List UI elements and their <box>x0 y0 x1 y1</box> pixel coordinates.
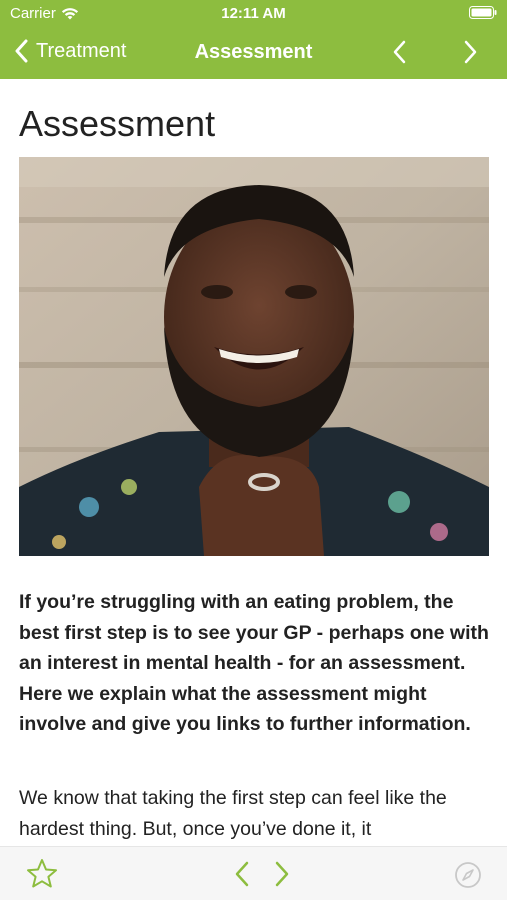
bottom-toolbar <box>0 846 507 900</box>
navigation-bar: Treatment Assessment <box>0 27 507 79</box>
chevron-right-icon <box>464 40 477 64</box>
back-button-label: Treatment <box>36 39 127 62</box>
chevron-left-icon <box>393 40 406 64</box>
chevron-left-icon <box>15 39 28 63</box>
app-header: Carrier 12:11 AM Treatment Assessment <box>0 0 507 79</box>
battery-icon <box>469 6 497 19</box>
compass-icon <box>455 862 481 888</box>
status-time: 12:11 AM <box>221 5 286 22</box>
chevron-left-icon <box>235 861 249 887</box>
compass-button[interactable] <box>454 861 482 894</box>
back-button[interactable]: Treatment <box>14 39 126 63</box>
chevron-right-icon <box>275 861 289 887</box>
favorite-button[interactable] <box>26 858 58 893</box>
article-content[interactable]: Assessment If you’re struggling with an … <box>0 79 507 846</box>
toolbar-previous-button[interactable] <box>234 861 250 892</box>
star-icon <box>27 859 57 888</box>
page-title: Assessment <box>19 103 216 144</box>
article-photo <box>19 157 489 556</box>
previous-page-button[interactable] <box>392 40 406 69</box>
article-lead-paragraph: If you’re struggling with an eating prob… <box>19 591 489 735</box>
toolbar-next-button[interactable] <box>274 861 290 892</box>
nav-title: Assessment <box>194 41 313 63</box>
next-page-button[interactable] <box>464 40 478 69</box>
status-bar: Carrier 12:11 AM <box>0 0 507 27</box>
article-body-paragraph: We know that taking the first step can f… <box>19 787 447 840</box>
